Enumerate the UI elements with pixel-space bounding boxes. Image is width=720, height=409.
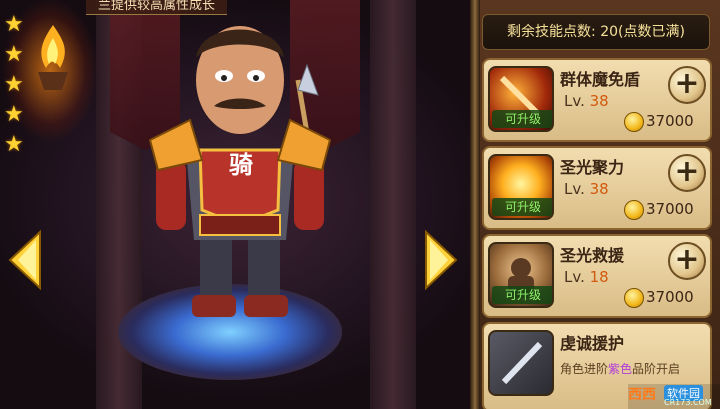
hero-scene: 兰提供较高属性成长 ★ ★ ★ ★ ★ 骑 bbox=[0, 0, 470, 409]
upgrade-tag: 可升级 bbox=[492, 110, 552, 128]
torch-icon bbox=[38, 25, 68, 90]
upgrade-cost: 37000 bbox=[646, 200, 694, 218]
unlock-requirement: 角色进阶紫色品阶开启 bbox=[560, 360, 680, 377]
watermark: 西西 软件园 CR173.COM bbox=[628, 384, 720, 409]
skill-name: 圣光聚力 bbox=[560, 158, 625, 177]
skill-name: 虔诚援护 bbox=[560, 334, 625, 353]
skill-card-3[interactable]: 可升级 圣光救援 Lv. 18 + 37000 bbox=[482, 234, 712, 318]
star-icon: ★ bbox=[4, 102, 24, 127]
desc-prefix: 角色进阶 bbox=[560, 362, 609, 376]
upgrade-cost: 37000 bbox=[646, 112, 694, 130]
level-value: 18 bbox=[589, 268, 609, 286]
star-icon: ★ bbox=[4, 12, 24, 37]
upgrade-skill-button[interactable]: + bbox=[668, 66, 706, 104]
panel-divider bbox=[470, 0, 480, 409]
upgrade-skill-button[interactable]: + bbox=[668, 242, 706, 280]
flaming-sword-icon: 可升级 bbox=[488, 66, 554, 132]
holy-light-icon: 可升级 bbox=[488, 154, 554, 220]
level-value: 38 bbox=[589, 180, 609, 198]
silver-sword-icon bbox=[488, 330, 554, 396]
watermark-logo: 西西 bbox=[628, 387, 656, 403]
remaining-skill-points: 剩余技能点数: 20(点数已满) bbox=[482, 14, 710, 50]
skill-card-2[interactable]: 可升级 圣光聚力 Lv. 38 + 37000 bbox=[482, 146, 712, 230]
level-label: Lv. bbox=[564, 180, 585, 198]
skill-level: Lv. 38 bbox=[564, 180, 609, 198]
skill-name: 群体魔免盾 bbox=[560, 70, 641, 89]
level-label: Lv. bbox=[564, 92, 585, 110]
skill-card-1[interactable]: 可升级 群体魔免盾 Lv. 38 + 37000 bbox=[482, 58, 712, 142]
desc-highlight: 紫色 bbox=[608, 362, 633, 376]
skill-level: Lv. 18 bbox=[564, 268, 609, 286]
gold-coin-icon bbox=[624, 288, 644, 308]
hero-emblem: 骑 bbox=[229, 151, 253, 179]
gold-coin-icon bbox=[624, 112, 644, 132]
star-icon: ★ bbox=[4, 132, 24, 157]
star-icon: ★ bbox=[4, 42, 24, 67]
game-screen: 兰提供较高属性成长 ★ ★ ★ ★ ★ 骑 剩余技能点数: 20(点数已满) 可… bbox=[0, 0, 720, 409]
stone-pillar bbox=[370, 0, 416, 409]
level-label: Lv. bbox=[564, 268, 585, 286]
upgrade-skill-button[interactable]: + bbox=[668, 154, 706, 192]
upgrade-cost: 37000 bbox=[646, 288, 694, 306]
skill-level: Lv. 38 bbox=[564, 92, 609, 110]
watermark-url: CR173.COM bbox=[664, 398, 712, 407]
desc-suffix: 品阶开启 bbox=[632, 362, 681, 376]
gold-coin-icon bbox=[624, 200, 644, 220]
upgrade-tag: 可升级 bbox=[492, 286, 552, 304]
upgrade-tag: 可升级 bbox=[492, 198, 552, 216]
next-hero-arrow-icon[interactable] bbox=[422, 230, 460, 290]
skill-name: 圣光救援 bbox=[560, 246, 625, 265]
level-value: 38 bbox=[589, 92, 609, 110]
star-icon: ★ bbox=[4, 72, 24, 97]
warrior-rescue-icon: 可升级 bbox=[488, 242, 554, 308]
prev-hero-arrow-icon[interactable] bbox=[6, 230, 44, 290]
